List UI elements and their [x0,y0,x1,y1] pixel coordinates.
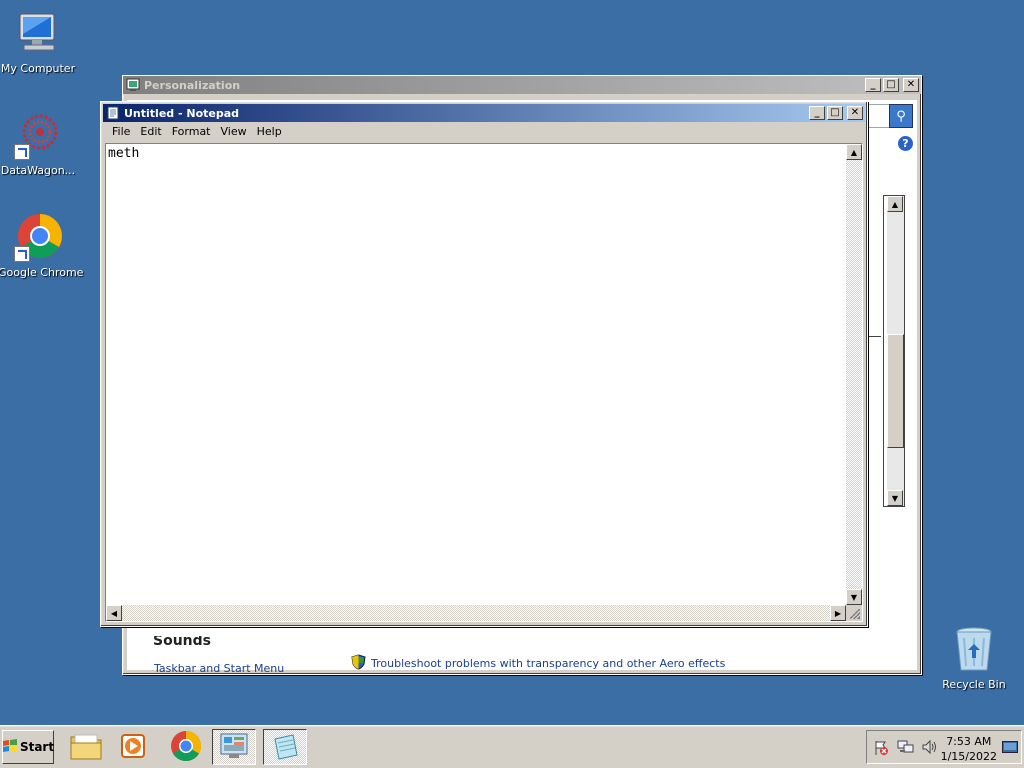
notepad-titlebar[interactable]: Untitled - Notepad _ □ ✕ [103,104,865,122]
scroll-down-button[interactable]: ▼ [846,589,862,605]
window-title: Untitled - Notepad [124,106,240,120]
troubleshoot-link[interactable]: Troubleshoot problems with transparency … [351,654,725,673]
desktop-icon-label: My Computer [0,62,76,75]
menu-help[interactable]: Help [252,125,287,138]
scroll-right-button[interactable]: ▶ [830,605,846,621]
taskbar-explorer[interactable] [64,729,108,765]
taskbar-and-start-menu-link[interactable]: Taskbar and Start Menu [154,662,284,675]
network-icon[interactable] [897,739,915,758]
desktop-icon-label: DataWagon... [0,164,76,177]
recycle-bin-icon [950,626,998,674]
datawagon-icon [14,112,62,160]
start-label: Start [19,740,55,754]
notepad-app-icon [106,106,120,120]
editor-text[interactable]: meth [108,146,844,603]
show-desktop-icon[interactable] [1002,741,1018,756]
shield-icon [351,654,366,673]
search-button[interactable]: ⚲ [889,104,913,128]
desktop-icon-label: Recycle Bin [942,678,1006,691]
taskbar-chrome[interactable] [164,729,208,765]
clock[interactable]: 7:53 AM 1/15/2022 [941,734,997,764]
chrome-icon [170,730,202,765]
menu-edit[interactable]: Edit [135,125,166,138]
menu-view[interactable]: View [216,125,252,138]
action-center-flag-icon[interactable] [873,740,889,759]
divider [867,336,881,337]
troubleshoot-link-label: Troubleshoot problems with transparency … [371,657,726,670]
notepad-icon [269,731,301,764]
chrome-icon [14,214,62,262]
menu-file[interactable]: File [107,125,135,138]
desktop-icon-google-chrome[interactable]: Google Chrome [0,214,84,279]
search-icon: ⚲ [896,108,906,124]
media-player-icon [119,731,149,764]
maximize-button[interactable]: □ [883,78,899,92]
system-tray: 7:53 AM 1/15/2022 [866,730,1022,764]
desktop-icon-my-computer[interactable]: My Computer [0,10,78,75]
taskbar-control-panel[interactable] [212,729,256,765]
scroll-thumb[interactable] [887,334,904,448]
scroll-down-button[interactable]: ▼ [887,490,903,506]
horizontal-scrollbar[interactable]: ◀ ▶ [106,605,846,621]
sounds-heading: Sounds [153,636,211,646]
theme-list[interactable]: ▲ ▼ [883,195,905,507]
scroll-left-button[interactable]: ◀ [106,605,122,621]
start-button[interactable]: Start [2,730,54,764]
windows-logo-icon [2,738,18,756]
menu-bar: File Edit Format View Help [103,122,865,140]
taskbar-media-player[interactable] [112,729,156,765]
computer-icon [14,10,62,58]
window-title: Personalization [144,78,241,92]
menu-format[interactable]: Format [167,125,216,138]
shortcut-arrow-icon [14,144,30,160]
maximize-button[interactable]: □ [827,106,843,120]
desktop-icon-recycle-bin[interactable]: Recycle Bin [934,626,1014,691]
taskbar: Start 7:53 AM 1/15/2022 [0,725,1024,768]
theme-list-scrollbar[interactable]: ▲ ▼ [887,196,904,506]
volume-icon[interactable] [921,739,939,758]
folder-icon [69,731,103,764]
control-panel-icon [218,731,250,764]
clock-date: 1/15/2022 [940,750,997,763]
desktop-icon-datawagon[interactable]: DataWagon... [0,112,78,177]
help-icon[interactable]: ? [898,136,913,151]
taskbar-notepad[interactable] [263,729,307,765]
scroll-up-button[interactable]: ▲ [846,144,862,160]
close-button[interactable]: ✕ [847,106,863,120]
vertical-scrollbar[interactable]: ▲ ▼ [846,144,862,605]
desktop-icon-label: Google Chrome [0,266,84,279]
scroll-up-button[interactable]: ▲ [887,196,903,212]
resize-grip[interactable] [846,605,862,621]
minimize-button[interactable]: _ [809,106,825,120]
personalization-app-icon [126,78,140,92]
personalization-titlebar[interactable]: Personalization _ □ ✕ [123,76,921,94]
close-button[interactable]: ✕ [903,78,919,92]
notepad-window[interactable]: Untitled - Notepad _ □ ✕ File Edit Forma… [100,101,868,627]
notepad-editor[interactable]: meth ▲ ▼ ◀ ▶ [105,143,863,622]
minimize-button[interactable]: _ [865,78,881,92]
clock-time: 7:53 AM [946,735,992,748]
shortcut-arrow-icon [14,246,30,262]
